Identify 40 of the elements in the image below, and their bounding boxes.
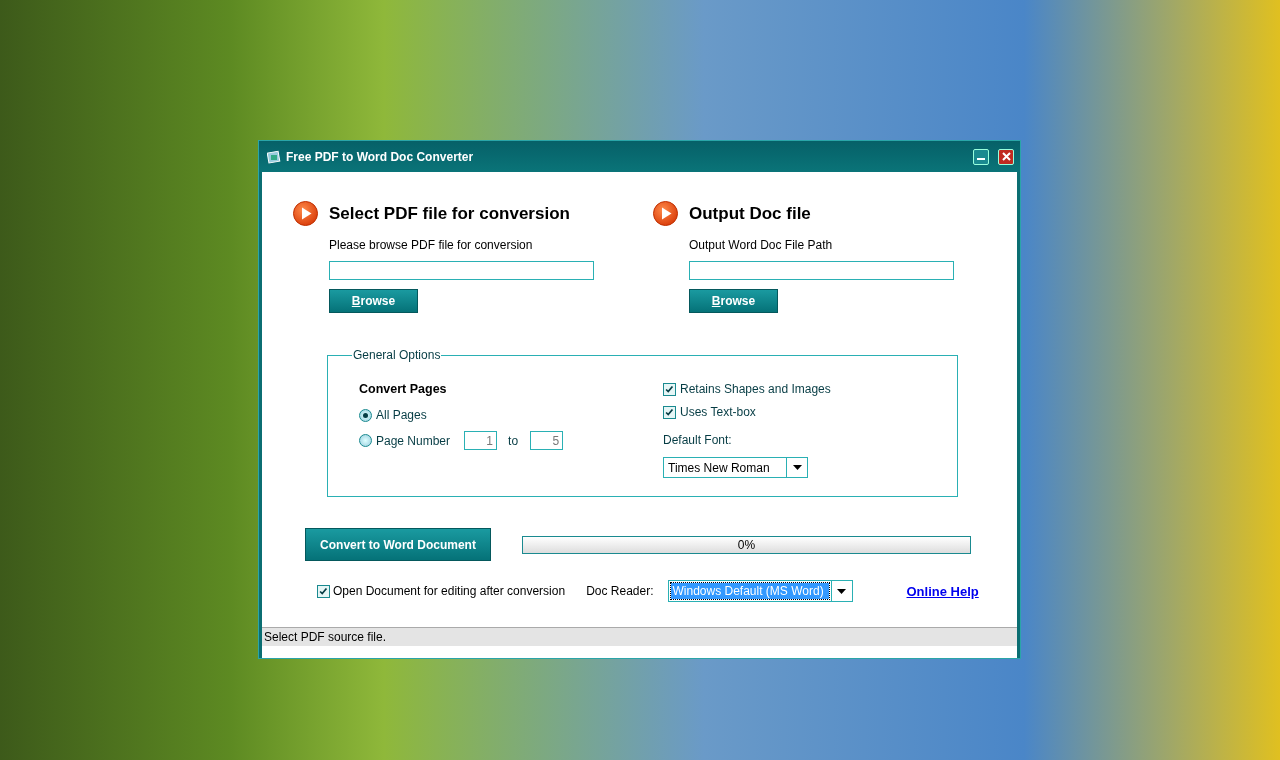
radio-button[interactable] xyxy=(359,408,372,422)
field-label: Default Font: xyxy=(663,433,732,447)
font-dropdown[interactable]: Times New Roman xyxy=(663,457,808,478)
app-icon xyxy=(267,149,281,164)
close-icon xyxy=(1001,152,1011,161)
section-heading: Select PDF file for conversion xyxy=(329,203,571,224)
field-label: Please browse PDF file for conversion xyxy=(329,238,534,252)
checkbox-label: Uses Text-box xyxy=(680,405,756,419)
options-heading: Convert Pages xyxy=(359,382,447,396)
page-from-field[interactable]: 1 xyxy=(464,431,498,450)
section-heading: Output Doc file xyxy=(689,203,812,224)
field-label: Doc Reader: xyxy=(586,584,654,598)
checkbox-label: Retains Shapes and Images xyxy=(680,382,831,396)
page-to-field[interactable]: 5 xyxy=(530,431,564,450)
window-title: Free PDF to Word Doc Converter xyxy=(286,149,475,164)
progress-reading: 0% xyxy=(736,536,757,553)
field-label: Output Word Doc File Path xyxy=(689,238,834,252)
checkbox-label: Open Document for editing after conversion xyxy=(333,584,566,598)
radio-label: Page Number xyxy=(376,433,451,448)
group-legend: General Options xyxy=(352,348,442,362)
play-icon xyxy=(293,201,318,226)
status-bar: Select PDF source file. xyxy=(262,627,1017,646)
checkbox[interactable] xyxy=(663,405,676,419)
close-button[interactable] xyxy=(998,148,1014,165)
radio-label: All Pages xyxy=(376,408,427,422)
dropdown-arrow-icon xyxy=(792,465,802,470)
radio-button[interactable] xyxy=(359,434,372,447)
reader-dropdown[interactable]: Windows Default (MS Word) xyxy=(667,580,853,602)
convert-button[interactable]: Convert to Word Document xyxy=(305,528,491,561)
path-field[interactable] xyxy=(689,261,954,280)
dropdown-arrow-icon xyxy=(837,588,846,594)
minimize-button[interactable] xyxy=(973,148,989,165)
checkbox[interactable] xyxy=(317,584,330,598)
checkbox[interactable] xyxy=(663,382,676,396)
browse-button[interactable]: Browse xyxy=(689,289,778,313)
online-help-link[interactable]: Online Help xyxy=(906,583,979,599)
path-field[interactable] xyxy=(329,261,594,280)
range-label: to xyxy=(508,433,519,448)
play-icon xyxy=(653,201,678,226)
browse-button[interactable]: Browse xyxy=(329,289,418,313)
